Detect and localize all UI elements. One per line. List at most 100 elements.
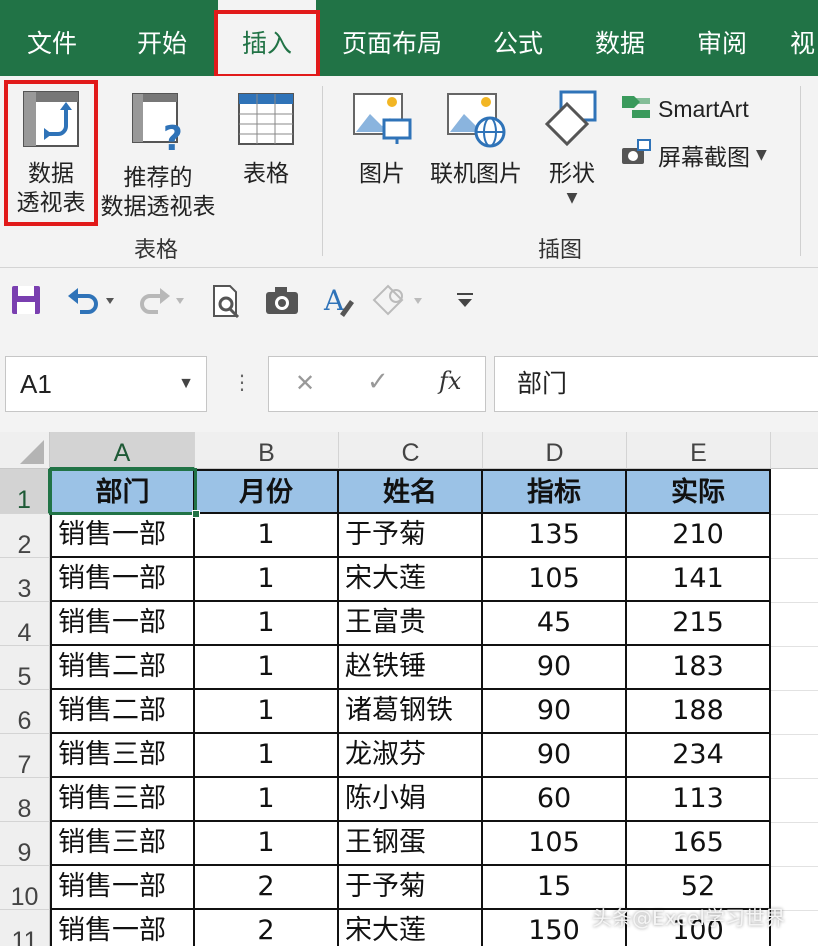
row-header[interactable]: 8: [0, 778, 50, 823]
table-cell[interactable]: 210: [627, 514, 771, 558]
tab-data[interactable]: 数据: [572, 0, 668, 76]
name-box[interactable]: A1 ▼: [5, 356, 207, 412]
undo-icon[interactable]: [66, 284, 116, 320]
tab-file[interactable]: 文件: [0, 0, 104, 76]
table-cell[interactable]: 于予菊: [339, 866, 483, 910]
more-options-icon[interactable]: ⋮: [232, 370, 252, 394]
table-cell[interactable]: 183: [627, 646, 771, 690]
column-header-b[interactable]: B: [195, 432, 339, 469]
table-cell[interactable]: 1: [195, 822, 339, 866]
table-header-cell[interactable]: 指标: [483, 469, 627, 514]
shapes-dropdown-icon[interactable]: ▼: [538, 189, 606, 207]
table-header-cell[interactable]: 实际: [627, 469, 771, 514]
column-header-d[interactable]: D: [483, 432, 627, 469]
row-header[interactable]: 7: [0, 734, 50, 779]
table-cell[interactable]: 销售二部: [50, 646, 195, 690]
table-cell[interactable]: 1: [195, 514, 339, 558]
table-cell[interactable]: 诸葛钢铁: [339, 690, 483, 734]
row-header[interactable]: 2: [0, 514, 50, 559]
table-cell[interactable]: 销售一部: [50, 558, 195, 602]
recommended-pivot-button[interactable]: ? 推荐的 数据透视表: [98, 90, 218, 222]
screenshot-dropdown-icon[interactable]: ▼: [756, 147, 767, 163]
smartart-button[interactable]: SmartArt: [620, 92, 749, 126]
table-cell[interactable]: 于予菊: [339, 514, 483, 558]
select-all-corner[interactable]: [0, 432, 50, 469]
camera-icon[interactable]: [264, 284, 300, 320]
font-style-icon[interactable]: A: [322, 284, 358, 322]
table-header-cell[interactable]: 姓名: [339, 469, 483, 514]
pivot-table-button[interactable]: 数据 透视表: [6, 90, 96, 218]
table-cell[interactable]: 销售一部: [50, 866, 195, 910]
row-header[interactable]: 6: [0, 690, 50, 735]
table-cell[interactable]: 234: [627, 734, 771, 778]
formula-input[interactable]: 部门: [494, 356, 818, 412]
enter-icon[interactable]: ✓: [367, 367, 389, 397]
row-header[interactable]: 10: [0, 866, 50, 911]
table-cell[interactable]: 1: [195, 558, 339, 602]
table-cell[interactable]: 188: [627, 690, 771, 734]
table-button[interactable]: 表格: [228, 90, 304, 189]
table-cell[interactable]: 141: [627, 558, 771, 602]
tab-review[interactable]: 审阅: [674, 0, 770, 76]
table-cell[interactable]: 45: [483, 602, 627, 646]
tab-insert[interactable]: 插入: [218, 0, 316, 76]
table-cell[interactable]: 90: [483, 734, 627, 778]
table-cell[interactable]: 1: [195, 646, 339, 690]
row-header[interactable]: 9: [0, 822, 50, 867]
shapes-button[interactable]: 形状 ▼: [538, 90, 606, 207]
table-cell[interactable]: 1: [195, 734, 339, 778]
row-header[interactable]: 11: [0, 910, 50, 946]
table-cell[interactable]: 陈小娟: [339, 778, 483, 822]
column-header-e[interactable]: E: [627, 432, 771, 469]
table-cell[interactable]: 宋大莲: [339, 910, 483, 946]
row-header[interactable]: 3: [0, 558, 50, 603]
table-cell[interactable]: 销售一部: [50, 514, 195, 558]
insert-function-icon[interactable]: fx: [439, 367, 461, 395]
table-cell[interactable]: 1: [195, 602, 339, 646]
table-cell[interactable]: 165: [627, 822, 771, 866]
table-cell[interactable]: 销售三部: [50, 778, 195, 822]
table-cell[interactable]: 105: [483, 822, 627, 866]
customize-icon[interactable]: [454, 284, 476, 320]
table-cell[interactable]: 215: [627, 602, 771, 646]
table-cell[interactable]: 宋大莲: [339, 558, 483, 602]
fill-handle[interactable]: [192, 510, 200, 518]
tab-view[interactable]: 视: [790, 0, 818, 76]
screenshot-button[interactable]: 屏幕截图 ▼: [620, 138, 767, 172]
table-cell[interactable]: 销售三部: [50, 822, 195, 866]
tab-page-layout[interactable]: 页面布局: [322, 0, 462, 76]
print-preview-icon[interactable]: [210, 284, 242, 322]
table-cell[interactable]: 90: [483, 690, 627, 734]
chevron-down-icon[interactable]: ▼: [178, 357, 194, 411]
table-cell[interactable]: 销售一部: [50, 910, 195, 946]
pictures-button[interactable]: 图片: [348, 90, 416, 189]
table-cell[interactable]: 龙淑芬: [339, 734, 483, 778]
table-cell[interactable]: 90: [483, 646, 627, 690]
row-header[interactable]: 1: [0, 469, 50, 514]
table-cell[interactable]: 135: [483, 514, 627, 558]
table-header-cell[interactable]: 月份: [195, 469, 339, 514]
column-header-a[interactable]: A: [50, 432, 195, 469]
online-pictures-button[interactable]: 联机图片: [424, 90, 528, 189]
column-header-blank[interactable]: [771, 432, 818, 469]
row-header[interactable]: 5: [0, 646, 50, 691]
worksheet-grid[interactable]: ABCDE 1 2 3 4 5 6 7 8 9 10 11 部门 月份 姓名 指标 实际 销售一部 1 于予菊 13…: [0, 432, 818, 946]
tab-home[interactable]: 开始: [110, 0, 214, 76]
table-cell[interactable]: 赵铁锤: [339, 646, 483, 690]
table-cell[interactable]: 销售一部: [50, 602, 195, 646]
tab-formulas[interactable]: 公式: [470, 0, 566, 76]
table-cell[interactable]: 1: [195, 778, 339, 822]
table-cell[interactable]: 销售三部: [50, 734, 195, 778]
shapes-icon[interactable]: [372, 284, 428, 320]
cancel-icon[interactable]: ✕: [295, 369, 315, 397]
column-header-c[interactable]: C: [339, 432, 483, 469]
table-cell[interactable]: 销售二部: [50, 690, 195, 734]
redo-icon[interactable]: [136, 284, 186, 320]
table-cell[interactable]: 王富贵: [339, 602, 483, 646]
table-cell[interactable]: 105: [483, 558, 627, 602]
table-cell[interactable]: 王钢蛋: [339, 822, 483, 866]
table-cell[interactable]: 2: [195, 910, 339, 946]
save-icon[interactable]: [10, 284, 42, 320]
table-cell[interactable]: 60: [483, 778, 627, 822]
table-cell[interactable]: 113: [627, 778, 771, 822]
